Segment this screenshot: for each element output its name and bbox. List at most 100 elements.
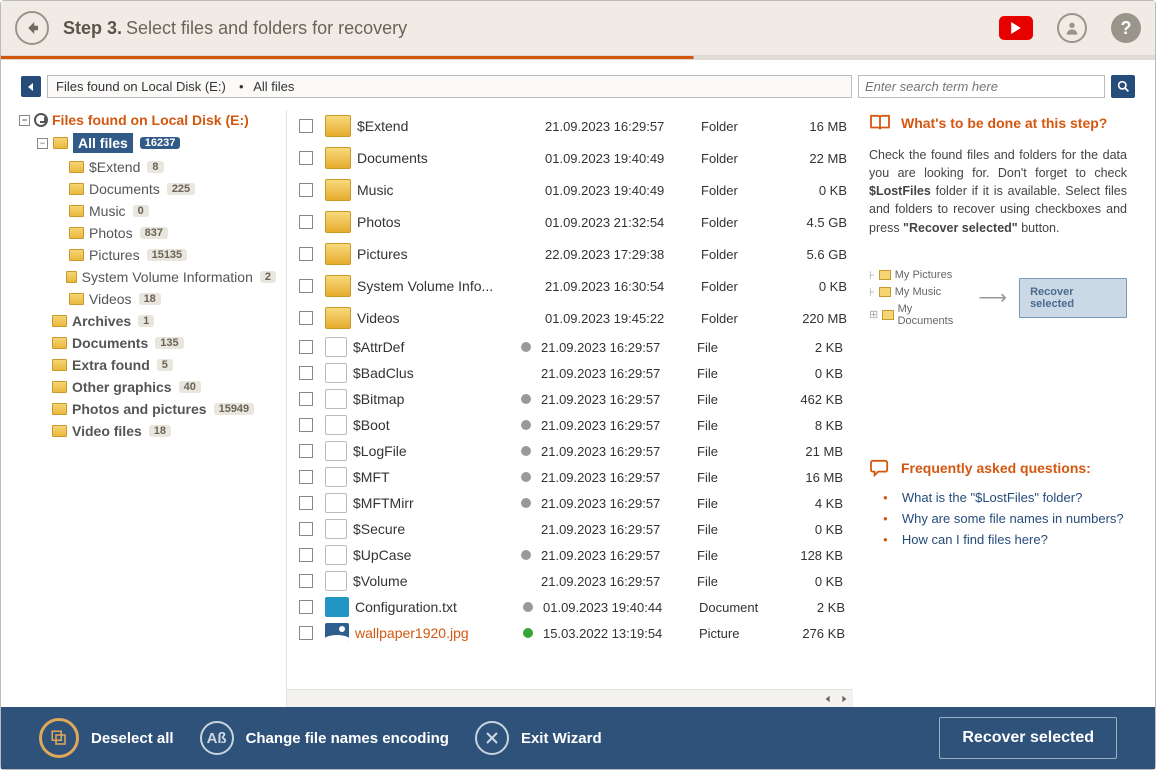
table-row[interactable]: System Volume Info... 21.09.2023 16:30:54… <box>287 270 853 302</box>
tree-item-all-files[interactable]: − All files 16237 <box>19 130 276 156</box>
tree-item[interactable]: Music0 <box>19 200 276 222</box>
folder-icon <box>325 179 351 201</box>
tree-item[interactable]: Videos18 <box>19 288 276 310</box>
row-checkbox[interactable] <box>299 340 313 354</box>
folder-icon <box>325 275 351 297</box>
tree-item[interactable]: Documents135 <box>19 332 276 354</box>
table-row[interactable]: $Boot21.09.2023 16:29:57File8 KB <box>287 412 853 438</box>
file-name[interactable]: Pictures <box>357 246 515 262</box>
table-row[interactable]: $AttrDef21.09.2023 16:29:57File2 KB <box>287 334 853 360</box>
folder-icon <box>69 249 84 261</box>
row-checkbox[interactable] <box>299 626 313 640</box>
tree-item[interactable]: $Extend8 <box>19 156 276 178</box>
youtube-button[interactable] <box>999 16 1033 40</box>
help-button[interactable]: ? <box>1111 13 1141 43</box>
row-checkbox[interactable] <box>299 548 313 562</box>
file-name[interactable]: $BadClus <box>353 365 511 381</box>
file-name[interactable]: wallpaper1920.jpg <box>355 625 513 641</box>
tree-item[interactable]: Archives1 <box>19 310 276 332</box>
horizontal-scrollbar[interactable] <box>287 689 853 707</box>
row-checkbox[interactable] <box>299 215 313 229</box>
file-name[interactable]: $AttrDef <box>353 339 511 355</box>
faq-item[interactable]: How can I find files here? <box>869 529 1127 550</box>
tree-item[interactable]: Photos837 <box>19 222 276 244</box>
collapse-icon[interactable]: − <box>19 115 30 126</box>
file-name[interactable]: Photos <box>357 214 515 230</box>
table-row[interactable]: $MFT21.09.2023 16:29:57File16 MB <box>287 464 853 490</box>
row-checkbox[interactable] <box>299 366 313 380</box>
row-checkbox[interactable] <box>299 183 313 197</box>
table-row[interactable]: $Extend21.09.2023 16:29:57Folder16 MB <box>287 110 853 142</box>
search-input[interactable] <box>858 75 1105 98</box>
file-name[interactable]: $MFTMirr <box>353 495 511 511</box>
status-indicator <box>525 185 535 195</box>
tree-item[interactable]: Video files18 <box>19 420 276 442</box>
row-checkbox[interactable] <box>299 496 313 510</box>
file-name[interactable]: $LogFile <box>353 443 511 459</box>
status-indicator <box>521 498 531 508</box>
file-name[interactable]: Videos <box>357 310 515 326</box>
table-row[interactable]: Pictures22.09.2023 17:29:38Folder5.6 GB <box>287 238 853 270</box>
table-row[interactable]: Photos01.09.2023 21:32:54Folder4.5 GB <box>287 206 853 238</box>
breadcrumb[interactable]: Files found on Local Disk (E:) • All fil… <box>47 75 852 98</box>
tree-root[interactable]: − Files found on Local Disk (E:) <box>19 110 276 130</box>
file-name[interactable]: System Volume Info... <box>357 278 515 294</box>
file-name[interactable]: Configuration.txt <box>355 599 513 615</box>
table-row[interactable]: Configuration.txt01.09.2023 19:40:44Docu… <box>287 594 853 620</box>
table-row[interactable]: Videos01.09.2023 19:45:22Folder220 MB <box>287 302 853 334</box>
row-checkbox[interactable] <box>299 311 313 325</box>
table-row[interactable]: $UpCase21.09.2023 16:29:57File128 KB <box>287 542 853 568</box>
row-checkbox[interactable] <box>299 444 313 458</box>
row-checkbox[interactable] <box>299 574 313 588</box>
mini-tree-item: ⊦My Pictures <box>869 267 966 284</box>
collapse-icon[interactable]: − <box>37 138 48 149</box>
file-name[interactable]: Documents <box>357 150 515 166</box>
status-indicator <box>525 121 535 131</box>
file-date: 21.09.2023 16:30:54 <box>545 279 695 294</box>
row-checkbox[interactable] <box>299 279 313 293</box>
tree-item[interactable]: System Volume Information2 <box>19 266 276 288</box>
table-row[interactable]: $LogFile21.09.2023 16:29:57File21 MB <box>287 438 853 464</box>
row-checkbox[interactable] <box>299 600 313 614</box>
row-checkbox[interactable] <box>299 418 313 432</box>
deselect-all-button[interactable]: Deselect all <box>39 718 174 758</box>
tree-item[interactable]: Photos and pictures15949 <box>19 398 276 420</box>
table-row[interactable]: $BadClus21.09.2023 16:29:57File0 KB <box>287 360 853 386</box>
scroll-right-icon[interactable] <box>837 692 851 706</box>
table-row[interactable]: $MFTMirr21.09.2023 16:29:57File4 KB <box>287 490 853 516</box>
table-row[interactable]: $Volume21.09.2023 16:29:57File0 KB <box>287 568 853 594</box>
table-row[interactable]: Documents01.09.2023 19:40:49Folder22 MB <box>287 142 853 174</box>
file-name[interactable]: $Secure <box>353 521 511 537</box>
row-checkbox[interactable] <box>299 151 313 165</box>
file-name[interactable]: $Extend <box>357 118 515 134</box>
change-encoding-button[interactable]: Aß Change file names encoding <box>200 721 449 755</box>
row-checkbox[interactable] <box>299 247 313 261</box>
table-row[interactable]: Music01.09.2023 19:40:49Folder0 KB <box>287 174 853 206</box>
account-button[interactable] <box>1057 13 1087 43</box>
faq-item[interactable]: Why are some file names in numbers? <box>869 508 1127 529</box>
file-name[interactable]: $Volume <box>353 573 511 589</box>
scroll-left-icon[interactable] <box>821 692 835 706</box>
row-checkbox[interactable] <box>299 470 313 484</box>
table-row[interactable]: $Bitmap21.09.2023 16:29:57File462 KB <box>287 386 853 412</box>
faq-item[interactable]: What is the "$LostFiles" folder? <box>869 487 1127 508</box>
row-checkbox[interactable] <box>299 392 313 406</box>
row-checkbox[interactable] <box>299 119 313 133</box>
breadcrumb-back-button[interactable] <box>21 76 41 97</box>
tree-item[interactable]: Extra found5 <box>19 354 276 376</box>
table-row[interactable]: $Secure21.09.2023 16:29:57File0 KB <box>287 516 853 542</box>
file-name[interactable]: $MFT <box>353 469 511 485</box>
exit-wizard-button[interactable]: Exit Wizard <box>475 721 602 755</box>
recover-selected-button[interactable]: Recover selected <box>939 717 1117 759</box>
back-button[interactable] <box>15 11 49 45</box>
file-name[interactable]: $Bitmap <box>353 391 511 407</box>
tree-item[interactable]: Other graphics40 <box>19 376 276 398</box>
search-button[interactable] <box>1111 75 1135 98</box>
row-checkbox[interactable] <box>299 522 313 536</box>
file-name[interactable]: $UpCase <box>353 547 511 563</box>
tree-item[interactable]: Documents225 <box>19 178 276 200</box>
file-name[interactable]: Music <box>357 182 515 198</box>
file-name[interactable]: $Boot <box>353 417 511 433</box>
table-row[interactable]: wallpaper1920.jpg15.03.2022 13:19:54Pict… <box>287 620 853 646</box>
tree-item[interactable]: Pictures15135 <box>19 244 276 266</box>
